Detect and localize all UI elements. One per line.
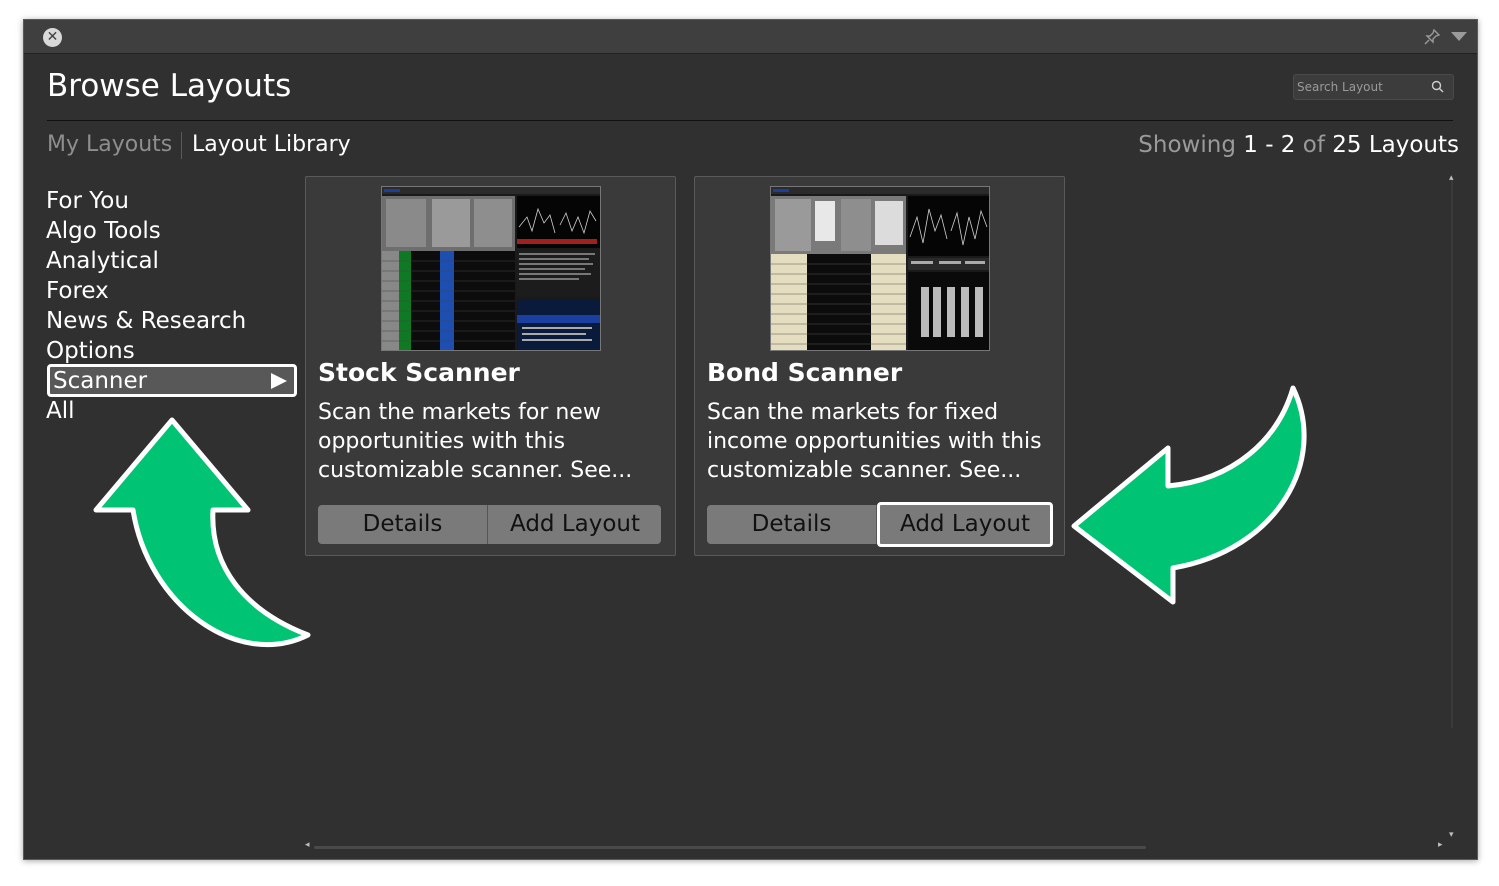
category-news-research[interactable]: News & Research [46,308,246,334]
results-total: 25 Layouts [1332,132,1459,158]
layout-card-stock-scanner: Stock Scanner Scan the markets for new o… [305,176,676,556]
search-box[interactable] [1293,74,1454,100]
category-for-you[interactable]: For You [46,188,129,214]
annotation-arrow-left [93,417,311,648]
category-all[interactable]: All [46,398,75,424]
layout-preview-image [770,186,990,351]
category-options[interactable]: Options [46,338,135,364]
search-input[interactable] [1297,78,1425,96]
annotation-arrow-right [1071,385,1307,605]
layout-button-group: Details Add Layout [707,502,1053,547]
search-icon[interactable] [1431,80,1444,93]
layout-title: Bond Scanner [707,358,903,387]
layout-description: Scan the markets for fixed income opport… [707,400,1042,483]
tab-separator [181,132,182,159]
header-divider [47,120,1453,121]
chevron-right-icon [271,373,287,389]
layout-description: Scan the markets for new opportunities w… [318,400,633,483]
pin-icon[interactable] [1423,28,1441,46]
horizontal-scrollbar[interactable] [314,846,1146,849]
vertical-scrollbar[interactable] [1451,180,1453,728]
details-button[interactable]: Details [707,505,877,544]
layout-button-group: Details Add Layout [318,505,661,544]
add-layout-button[interactable]: Add Layout [877,502,1053,547]
title-bar: ✕ [24,20,1477,54]
details-button[interactable]: Details [318,505,488,544]
scroll-up-icon[interactable]: ▴ [1449,173,1454,183]
tab-layout-library[interactable]: Layout Library [192,132,351,157]
scroll-left-icon[interactable]: ◂ [305,840,310,850]
category-algo-tools[interactable]: Algo Tools [46,218,161,244]
close-icon[interactable]: ✕ [43,28,62,47]
category-analytical[interactable]: Analytical [46,248,159,274]
layout-card-bond-scanner: Bond Scanner Scan the markets for fixed … [694,176,1065,556]
category-forex[interactable]: Forex [46,278,109,304]
dropdown-menu-icon[interactable] [1451,32,1467,41]
layout-title: Stock Scanner [318,358,520,387]
category-scanner[interactable]: Scanner [47,364,297,397]
category-scanner-label: Scanner [53,368,148,394]
results-of: of [1302,132,1325,158]
results-count: Showing 1 - 2 of 25 Layouts [1138,132,1459,158]
page-title: Browse Layouts [47,68,292,104]
layout-preview-image [381,186,601,351]
scroll-right-icon[interactable]: ▸ [1438,840,1443,850]
results-range: 1 - 2 [1243,132,1296,158]
results-prefix: Showing [1138,132,1236,158]
tab-my-layouts[interactable]: My Layouts [47,132,172,157]
scroll-down-icon[interactable]: ▾ [1449,830,1454,840]
add-layout-button[interactable]: Add Layout [489,505,661,544]
